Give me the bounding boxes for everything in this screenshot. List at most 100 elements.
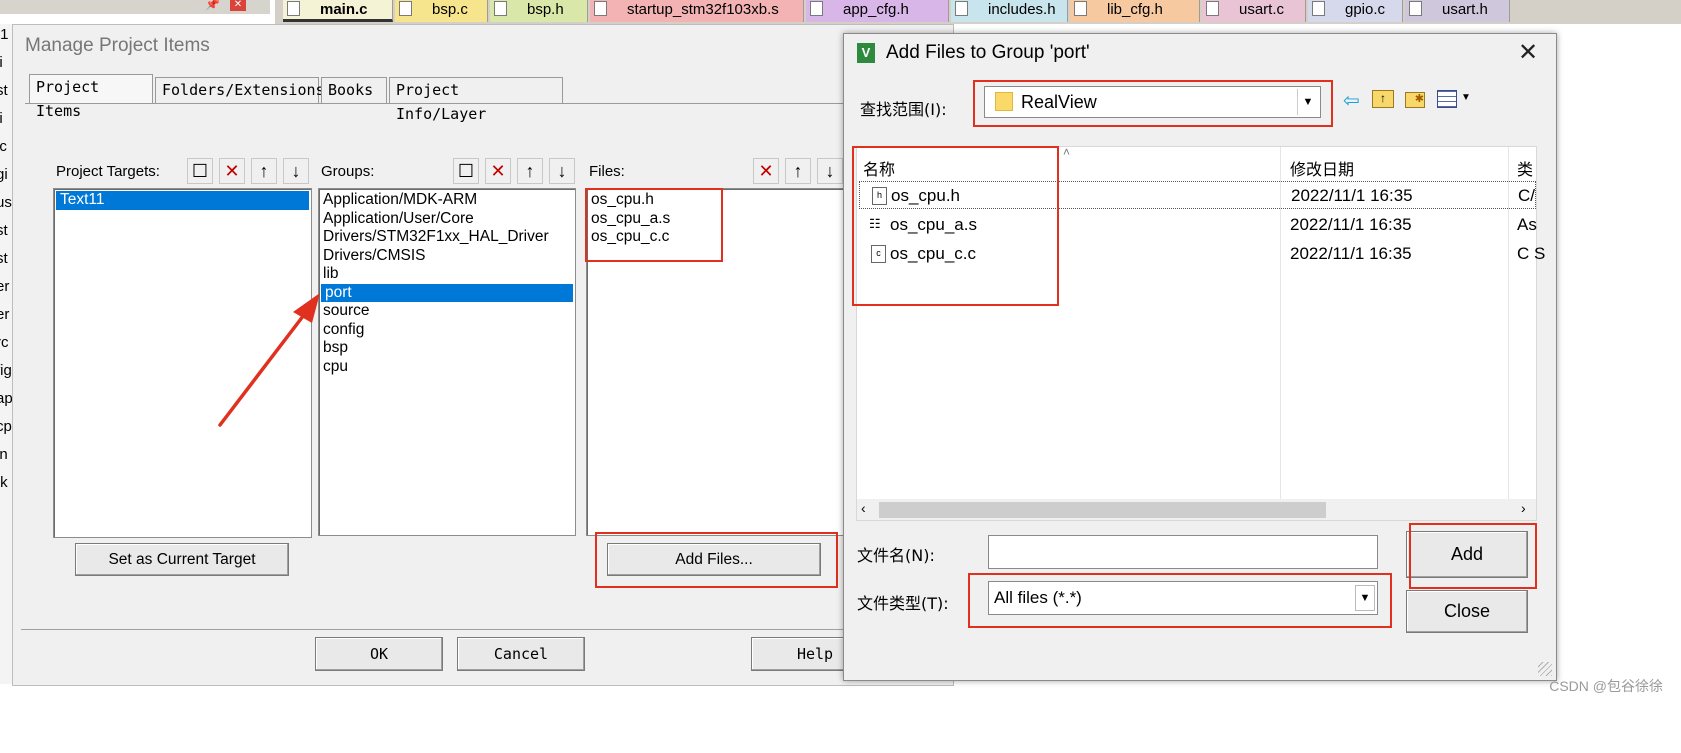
lookin-label: 查找范围(I): [860, 100, 947, 119]
left-strip-text: st [0, 222, 8, 239]
scroll-right-icon[interactable]: › [1521, 500, 1526, 516]
set-current-target-button[interactable]: Set as Current Target [75, 543, 289, 576]
left-strip-text: er [0, 278, 10, 295]
file-icon [399, 1, 412, 16]
left-strip-text: tk [0, 474, 8, 491]
list-item[interactable]: Application/User/Core [319, 210, 575, 229]
filename-input[interactable] [988, 535, 1378, 569]
pin-icon[interactable]: 📌 [205, 0, 220, 11]
editor-tab[interactable]: usart.h [1405, 0, 1510, 22]
left-strip-text: st [0, 82, 8, 99]
file-date: 2022/11/1 16:35 [1291, 186, 1413, 205]
editor-tab-label: includes.h [988, 1, 1056, 18]
editor-tab-label: lib_cfg.h [1107, 1, 1163, 18]
mdi-titlebar-fragment: 📌 ✕ [0, 0, 270, 14]
filename-label: 文件名(N): [857, 546, 935, 565]
list-item[interactable]: cpu [319, 358, 575, 377]
files-label: Files: [589, 163, 625, 180]
move-target-down-icon[interactable]: ↓ [283, 158, 309, 184]
file-type: C S [1517, 244, 1546, 263]
list-item[interactable]: bsp [319, 339, 575, 358]
left-strip-text: us [0, 194, 12, 211]
column-header-date[interactable]: 修改日期 [1290, 156, 1354, 180]
list-item[interactable]: Drivers/CMSIS [319, 247, 575, 266]
add-files-dialog-title: Add Files to Group 'port' [886, 42, 1090, 63]
left-strip-text: li [0, 54, 3, 71]
file-icon [287, 1, 300, 16]
close-button[interactable]: Close [1406, 590, 1528, 633]
list-item[interactable]: Text11 [56, 191, 309, 210]
editor-tab[interactable]: startup_stm32f103xb.s [590, 0, 804, 22]
file-icon [1074, 1, 1087, 16]
back-icon[interactable]: ⇦ [1343, 88, 1360, 113]
file-icon [1312, 1, 1325, 16]
cancel-button[interactable]: Cancel [457, 637, 585, 671]
editor-tab[interactable]: app_cfg.h [806, 0, 949, 22]
view-menu-icon[interactable] [1437, 90, 1457, 108]
editor-tab[interactable]: main.c [283, 0, 393, 22]
file-type: As [1517, 215, 1537, 234]
file-date: 2022/11/1 16:35 [1290, 215, 1412, 234]
editor-tab-label: main.c [320, 1, 368, 18]
annotation-box-add [1409, 523, 1537, 589]
new-group-icon[interactable]: ☐ [453, 158, 479, 184]
file-type: C/ [1518, 186, 1535, 205]
left-strip-text: gi [0, 166, 8, 183]
left-strip-text: ap [0, 390, 12, 407]
tab-books[interactable]: Books [321, 77, 387, 103]
list-item[interactable]: Application/MDK-ARM [319, 191, 575, 210]
close-pane-icon[interactable]: ✕ [230, 0, 246, 11]
editor-tab[interactable]: usart.c [1202, 0, 1306, 22]
annotation-box-add-files [595, 532, 838, 588]
editor-tab[interactable]: gpio.c [1308, 0, 1403, 22]
delete-file-icon[interactable]: ✕ [753, 158, 779, 184]
close-icon[interactable]: ✕ [1518, 40, 1538, 66]
scroll-left-icon[interactable]: ‹ [861, 500, 866, 516]
dialog-title: Manage Project Items [25, 35, 210, 56]
ok-button[interactable]: OK [315, 637, 443, 671]
editor-tab-label: app_cfg.h [843, 1, 909, 18]
annotation-box-names [852, 146, 1059, 306]
editor-tab-label: gpio.c [1345, 1, 1386, 18]
move-target-up-icon[interactable]: ↑ [251, 158, 277, 184]
annotation-box-files [585, 188, 723, 262]
file-icon [1409, 1, 1422, 16]
new-target-icon[interactable]: ☐ [187, 158, 213, 184]
delete-target-icon[interactable]: ✕ [219, 158, 245, 184]
list-item[interactable]: lib [319, 265, 575, 284]
horizontal-scrollbar[interactable]: ‹ › [857, 499, 1536, 520]
editor-tab[interactable]: includes.h [951, 0, 1068, 22]
left-strip-text: li [0, 110, 3, 127]
resize-grip-icon[interactable] [1538, 662, 1552, 676]
column-header-type[interactable]: 类 [1517, 156, 1533, 180]
list-item[interactable]: Drivers/STM32F1xx_HAL_Driver [319, 228, 575, 247]
list-item-selected[interactable]: port [321, 283, 573, 302]
editor-tab[interactable]: bsp.h [490, 0, 588, 22]
annotation-arrow [218, 293, 320, 427]
editor-tab[interactable]: lib_cfg.h [1070, 0, 1200, 22]
new-folder-icon[interactable]: ✱ [1405, 92, 1425, 108]
file-icon [810, 1, 823, 16]
move-file-up-icon[interactable]: ↑ [785, 158, 811, 184]
scrollbar-thumb[interactable] [879, 502, 1326, 518]
tab-project-items[interactable]: Project Items [29, 74, 153, 120]
tab-folders-extensions[interactable]: Folders/Extensions [155, 77, 325, 103]
ide-left-strip: t1 li st li ic gi us st st er er rc fig ap cp in tk [0, 24, 12, 684]
groups-list[interactable]: Application/MDK-ARM Application/User/Cor… [318, 188, 576, 536]
left-strip-text: t1 [0, 26, 9, 43]
tab-project-info-layer[interactable]: Project Info/Layer [389, 77, 563, 123]
editor-tab-label: bsp.c [432, 1, 468, 18]
left-strip-text: in [0, 446, 8, 463]
editor-tab[interactable]: bsp.c [395, 0, 488, 22]
move-group-up-icon[interactable]: ↑ [517, 158, 543, 184]
list-item[interactable]: source [319, 302, 575, 321]
view-menu-chevron-icon[interactable]: ▼ [1461, 92, 1471, 103]
move-group-down-icon[interactable]: ↓ [549, 158, 575, 184]
list-item[interactable]: config [319, 321, 575, 340]
left-strip-text: er [0, 306, 10, 323]
annotation-box-lookin [973, 80, 1333, 127]
up-folder-icon[interactable]: ↑ [1372, 90, 1394, 108]
delete-group-icon[interactable]: ✕ [485, 158, 511, 184]
move-file-down-icon[interactable]: ↓ [817, 158, 843, 184]
file-icon [494, 1, 507, 16]
